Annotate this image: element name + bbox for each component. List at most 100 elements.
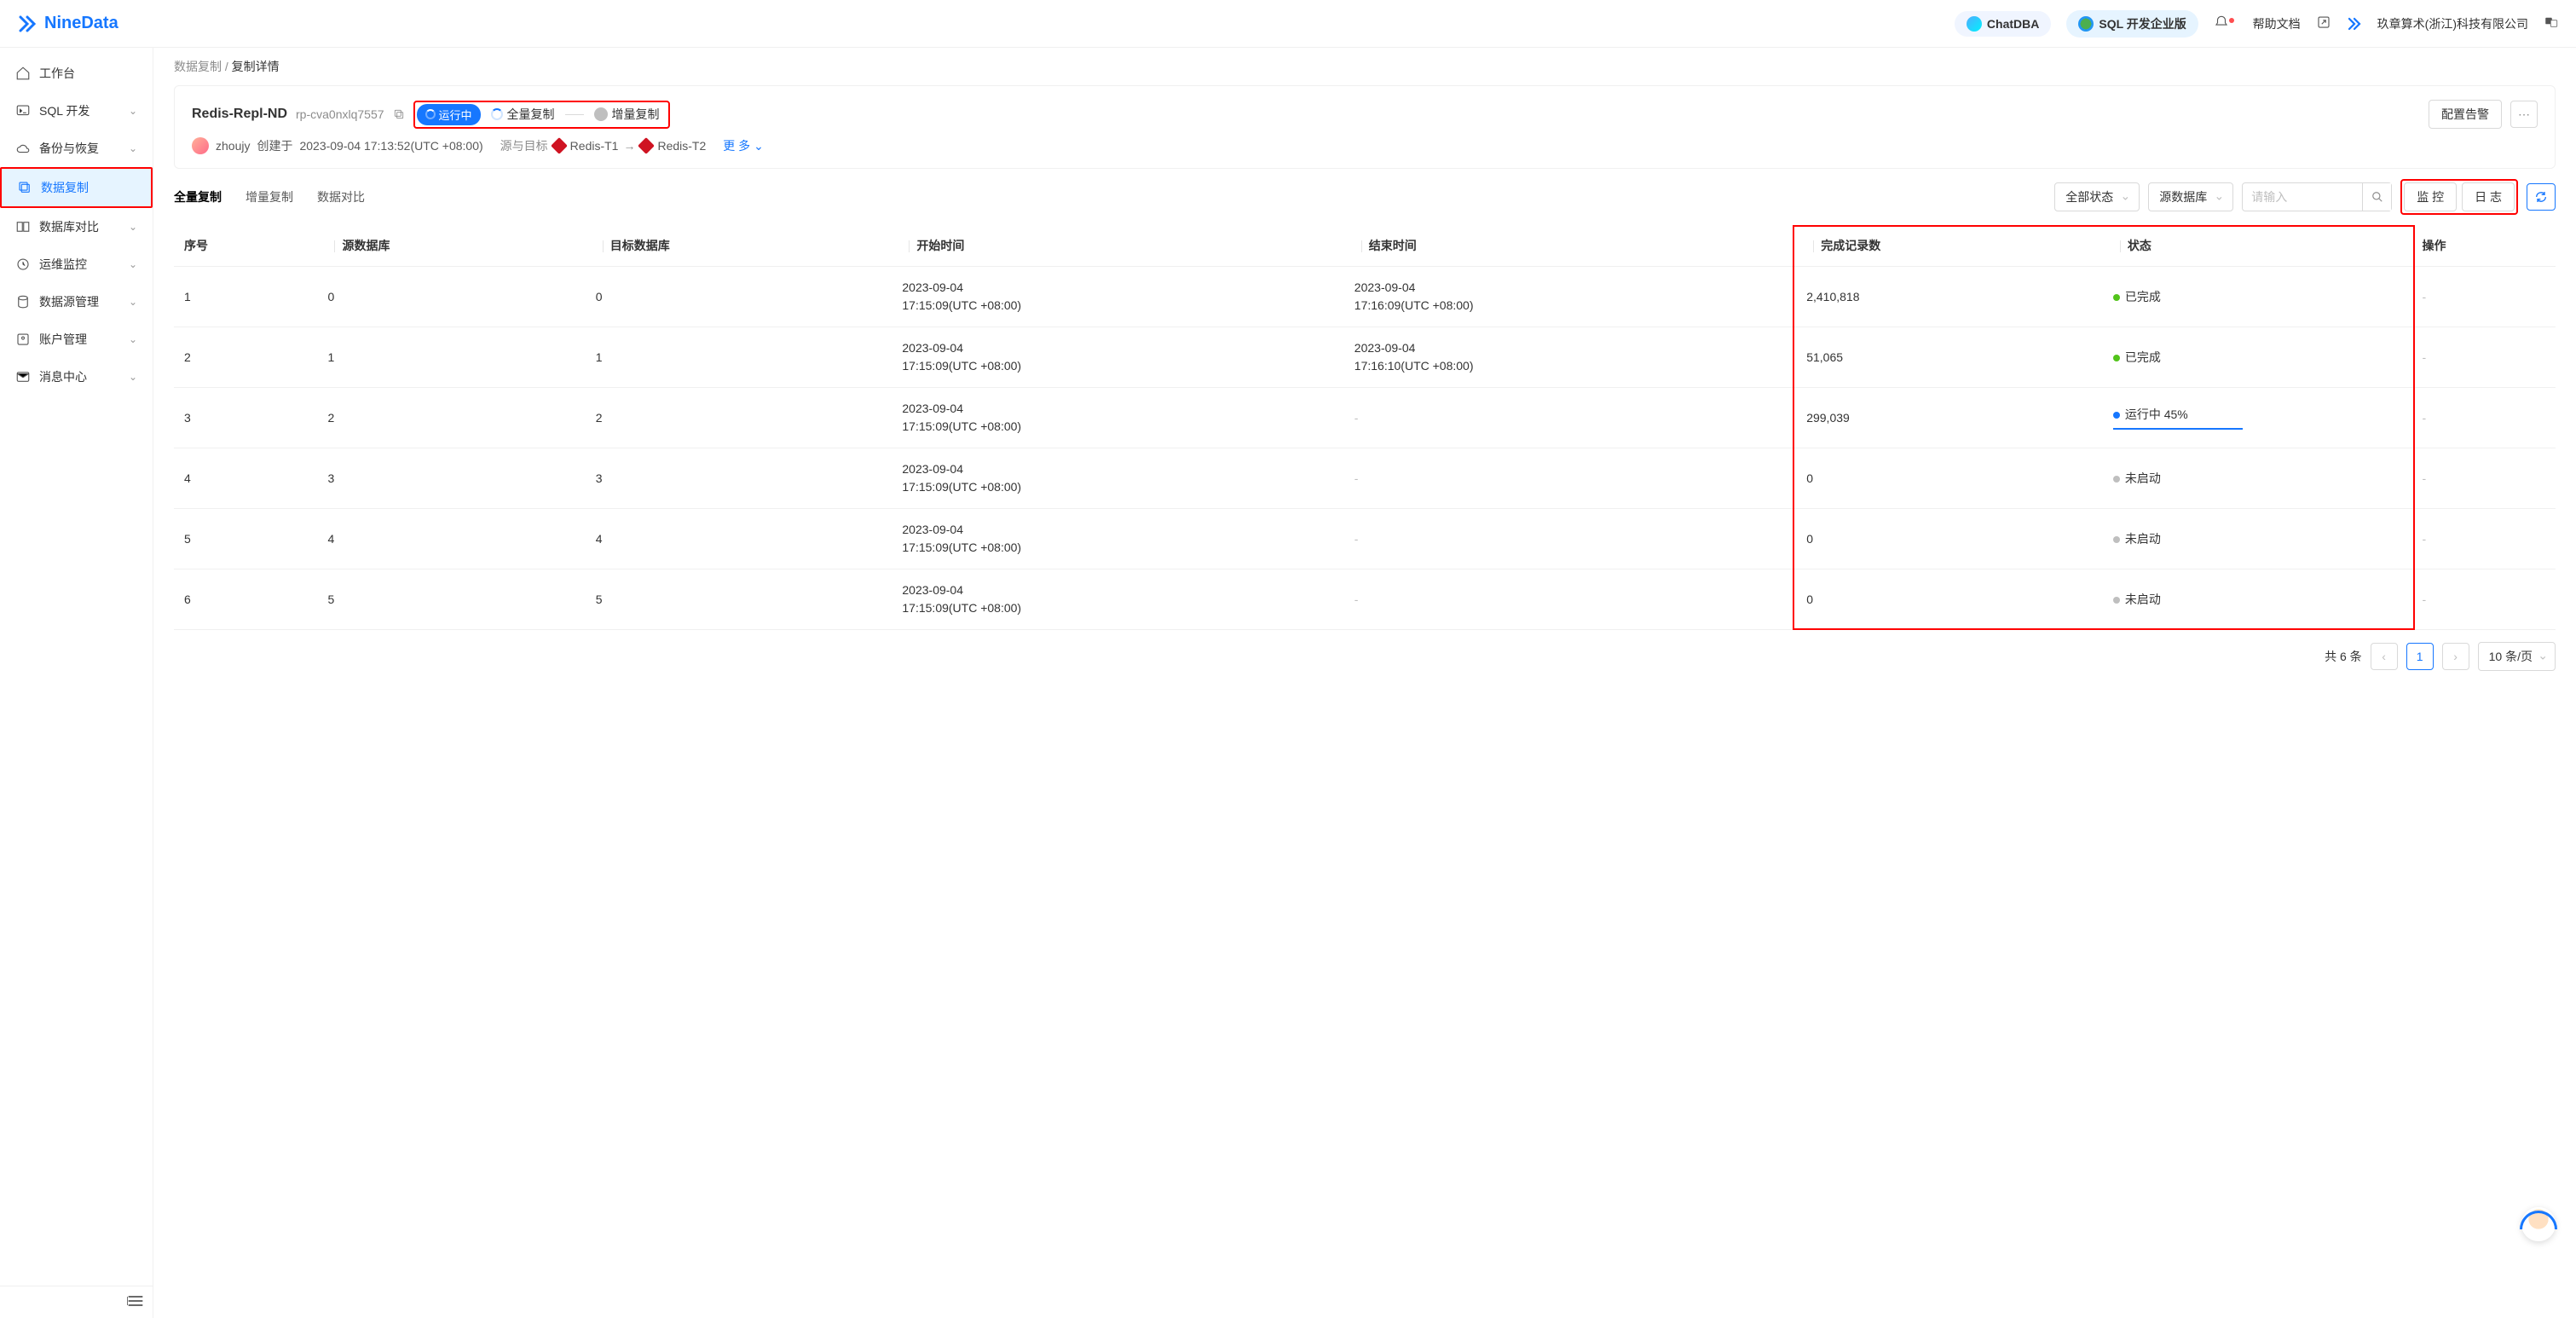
cell-src: 5 bbox=[317, 569, 585, 630]
creator-name: zhoujy bbox=[216, 139, 250, 153]
tab-incremental-copy[interactable]: 增量复制 bbox=[245, 183, 293, 211]
cell-start: 2023-09-0417:15:09(UTC +08:00) bbox=[892, 327, 1343, 388]
cell-no: 3 bbox=[174, 388, 317, 448]
page-1-button[interactable]: 1 bbox=[2406, 643, 2434, 670]
refresh-button[interactable] bbox=[2527, 183, 2556, 211]
sidebar-item-0[interactable]: 工作台 bbox=[0, 55, 153, 92]
breadcrumb: 数据复制 / 复制详情 bbox=[174, 58, 2556, 75]
sidebar-item-label: 消息中心 bbox=[39, 368, 87, 385]
cell-end: 2023-09-0417:16:09(UTC +08:00) bbox=[1344, 267, 1796, 327]
task-header-card: Redis-Repl-ND rp-cva0nxlq7557 运行中 全量复制 bbox=[174, 85, 2556, 169]
datasource-icon bbox=[15, 294, 31, 309]
sidebar-item-5[interactable]: 运维监控 ⌄ bbox=[0, 246, 153, 283]
search-input[interactable] bbox=[2243, 185, 2362, 209]
copy-icon[interactable] bbox=[393, 108, 405, 120]
cell-end: 2023-09-0417:16:10(UTC +08:00) bbox=[1344, 327, 1796, 388]
search-button[interactable] bbox=[2362, 183, 2391, 211]
running-badge: 运行中 bbox=[417, 104, 481, 125]
help-doc-link[interactable]: 帮助文档 bbox=[2253, 15, 2301, 32]
sql-dev-pill[interactable]: SQL 开发企业版 bbox=[2066, 10, 2198, 38]
sidebar-collapse-icon[interactable] bbox=[127, 1295, 144, 1307]
sidebar-item-2[interactable]: 备份与恢复 ⌄ bbox=[0, 130, 153, 167]
monitor-button[interactable]: 监 控 bbox=[2404, 182, 2457, 211]
cell-no: 1 bbox=[174, 267, 317, 327]
more-actions-button[interactable]: ⋯ bbox=[2510, 101, 2538, 128]
sidebar-item-1[interactable]: SQL 开发 ⌄ bbox=[0, 92, 153, 130]
help-doc-external-icon[interactable] bbox=[2316, 14, 2331, 32]
col-header-1: 源数据库 bbox=[317, 225, 585, 267]
cell-start: 2023-09-0417:15:09(UTC +08:00) bbox=[892, 448, 1343, 509]
sidebar-item-6[interactable]: 数据源管理 ⌄ bbox=[0, 283, 153, 321]
sidebar-item-label: 账户管理 bbox=[39, 331, 87, 348]
copy-icon bbox=[17, 180, 32, 195]
arrow-right-icon: → bbox=[623, 139, 635, 153]
cell-end: - bbox=[1344, 569, 1796, 630]
col-header-3: 开始时间 bbox=[892, 225, 1343, 267]
tab-data-compare[interactable]: 数据对比 bbox=[317, 183, 365, 211]
cell-end: - bbox=[1344, 388, 1796, 448]
cell-tgt: 2 bbox=[586, 388, 892, 448]
sidebar-item-label: 工作台 bbox=[39, 65, 75, 82]
spinner-icon bbox=[425, 109, 436, 119]
col-header-2: 目标数据库 bbox=[586, 225, 892, 267]
col-header-0: 序号 bbox=[174, 225, 317, 267]
cell-action: - bbox=[2411, 327, 2556, 388]
header-actions: ChatDBA SQL 开发企业版 帮助文档 玖章算术(浙江)科技有限公司 bbox=[1955, 10, 2559, 38]
more-link[interactable]: 更 多 ⌄ bbox=[723, 137, 764, 154]
stage-full-copy: 全量复制 bbox=[491, 106, 555, 123]
ai-icon bbox=[1967, 16, 1982, 32]
search-icon bbox=[2371, 191, 2383, 203]
cell-action: - bbox=[2411, 569, 2556, 630]
chevron-down-icon: ⌄ bbox=[129, 142, 137, 154]
cell-tgt: 5 bbox=[586, 569, 892, 630]
language-switch-icon[interactable] bbox=[2544, 14, 2559, 32]
cell-start: 2023-09-0417:15:09(UTC +08:00) bbox=[892, 569, 1343, 630]
notification-icon[interactable] bbox=[2214, 14, 2238, 32]
chevron-down-icon: ⌄ bbox=[129, 105, 137, 117]
table-row: 3 2 2 2023-09-0417:15:09(UTC +08:00) - 2… bbox=[174, 388, 2556, 448]
cell-status: 未启动 bbox=[2103, 509, 2412, 569]
chatdba-pill[interactable]: ChatDBA bbox=[1955, 11, 2051, 37]
chevron-down-icon: ⌄ bbox=[129, 371, 137, 383]
configure-alert-button[interactable]: 配置告警 bbox=[2429, 100, 2502, 129]
refresh-icon bbox=[2534, 190, 2548, 204]
log-button[interactable]: 日 志 bbox=[2462, 182, 2515, 211]
cell-no: 5 bbox=[174, 509, 317, 569]
cell-status: 已完成 bbox=[2103, 267, 2412, 327]
table-row: 6 5 5 2023-09-0417:15:09(UTC +08:00) - 0… bbox=[174, 569, 2556, 630]
cell-action: - bbox=[2411, 509, 2556, 569]
cell-records: 0 bbox=[1796, 448, 2103, 509]
sidebar-item-7[interactable]: 账户管理 ⌄ bbox=[0, 321, 153, 358]
status-filter-select[interactable]: 全部状态 bbox=[2054, 182, 2140, 211]
next-page-button[interactable]: › bbox=[2442, 643, 2469, 670]
page-size-select[interactable]: 10 条/页 bbox=[2478, 642, 2556, 671]
created-at: 2023-09-04 17:13:52(UTC +08:00) bbox=[299, 139, 482, 153]
company-logo-icon bbox=[2347, 16, 2362, 32]
brand-logo[interactable]: NineData bbox=[17, 14, 118, 34]
cell-records: 0 bbox=[1796, 569, 2103, 630]
chevron-down-icon: ⌄ bbox=[129, 333, 137, 345]
cell-end: - bbox=[1344, 509, 1796, 569]
sidebar-item-8[interactable]: 消息中心 ⌄ bbox=[0, 358, 153, 396]
prev-page-button[interactable]: ‹ bbox=[2371, 643, 2398, 670]
source-db-filter-select[interactable]: 源数据库 bbox=[2148, 182, 2233, 211]
support-avatar-button[interactable] bbox=[2521, 1207, 2556, 1241]
table-section: 全量复制 增量复制 数据对比 全部状态 源数据库 监 控 bbox=[174, 179, 2556, 671]
cell-start: 2023-09-0417:15:09(UTC +08:00) bbox=[892, 509, 1343, 569]
sidebar-item-4[interactable]: 数据库对比 ⌄ bbox=[0, 208, 153, 246]
cell-status: 未启动 bbox=[2103, 569, 2412, 630]
cell-action: - bbox=[2411, 448, 2556, 509]
target-db-name: Redis-T2 bbox=[657, 139, 706, 153]
tab-full-copy[interactable]: 全量复制 bbox=[174, 183, 222, 211]
breadcrumb-current: 复制详情 bbox=[232, 60, 280, 73]
cell-src: 2 bbox=[317, 388, 585, 448]
breadcrumb-parent[interactable]: 数据复制 bbox=[174, 60, 222, 73]
col-header-6: 状态 bbox=[2103, 225, 2412, 267]
replication-table: 序号源数据库目标数据库开始时间结束时间完成记录数状态操作 1 0 0 2023-… bbox=[174, 225, 2556, 630]
chatdba-label: ChatDBA bbox=[1987, 17, 2039, 31]
sidebar-item-label: 运维监控 bbox=[39, 256, 87, 273]
cell-src: 0 bbox=[317, 267, 585, 327]
ninedata-logo-icon bbox=[17, 14, 38, 34]
creator-avatar bbox=[192, 137, 209, 154]
sidebar-item-3[interactable]: 数据复制 bbox=[0, 167, 153, 208]
